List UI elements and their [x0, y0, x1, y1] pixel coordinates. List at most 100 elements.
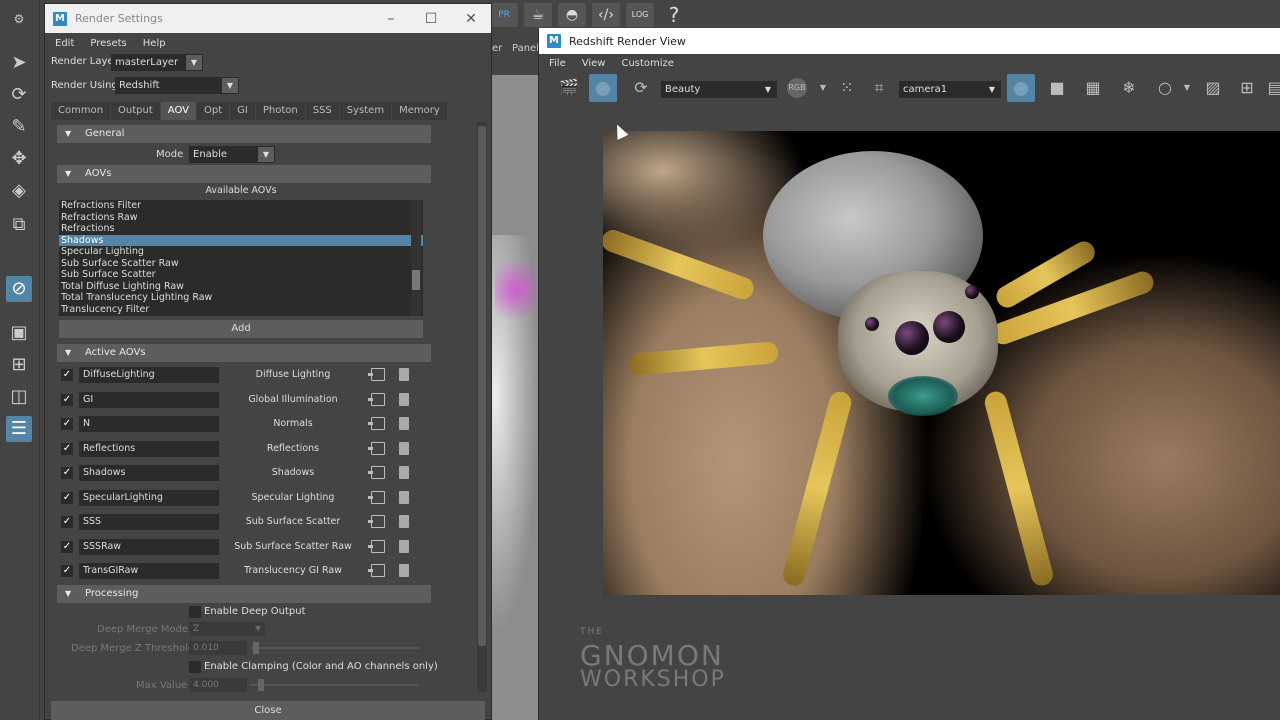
add-button[interactable]: Add	[59, 320, 423, 338]
trash-icon[interactable]	[399, 490, 409, 504]
tab-gi[interactable]: GI	[230, 102, 256, 120]
slider-handle[interactable]	[258, 679, 264, 691]
trash-icon[interactable]	[399, 417, 409, 430]
scale-tool-icon[interactable]: ⧉	[6, 212, 32, 238]
list-item[interactable]: Sub Surface Scatter Raw	[59, 258, 423, 270]
deep-merge-z-slider[interactable]	[251, 647, 419, 649]
aov-enabled-checkbox[interactable]: ✓	[61, 491, 73, 504]
lasso-tool-icon[interactable]: ⟳	[6, 82, 32, 108]
camera-icon[interactable]: ■	[1043, 74, 1071, 102]
max-value-field[interactable]: 4.000	[189, 678, 247, 692]
scrollbar-thumb[interactable]	[478, 126, 486, 646]
enable-clamping-checkbox[interactable]	[189, 661, 201, 673]
rgb-channel-icon[interactable]: RGB	[783, 74, 811, 102]
tab-photon[interactable]: Photon	[255, 102, 306, 120]
list-item[interactable]: Refractions Filter	[59, 200, 423, 212]
tab-sss[interactable]: SSS	[305, 102, 340, 120]
aov-settings-icon[interactable]	[368, 417, 385, 430]
aov-settings-icon[interactable]	[368, 539, 385, 553]
trash-icon[interactable]	[399, 441, 409, 455]
pr-shelf-icon[interactable]: PR	[490, 3, 518, 27]
maximize-icon[interactable]: ☐	[411, 11, 451, 27]
general-section-header[interactable]: General	[57, 125, 431, 143]
menu-customize[interactable]: Customize	[621, 58, 674, 69]
aov-enabled-checkbox[interactable]: ✓	[61, 442, 73, 455]
gear-icon[interactable]: ⚙	[6, 6, 32, 32]
trash-icon[interactable]	[399, 539, 409, 553]
camera-select[interactable]: camera1 ▼	[899, 81, 1001, 98]
aov-name-field[interactable]: TransGIRaw	[79, 563, 219, 579]
aov-settings-icon[interactable]	[368, 368, 385, 381]
aov-select[interactable]: Beauty ▼	[661, 81, 777, 98]
tab-system[interactable]: System	[339, 102, 393, 120]
aov-enabled-checkbox[interactable]: ✓	[61, 369, 73, 381]
paint-tool-icon[interactable]: ✎	[6, 114, 32, 140]
available-aovs-list[interactable]: Refractions Filter Refractions Raw Refra…	[59, 200, 423, 316]
aov-name-field[interactable]: SSS	[79, 514, 219, 530]
list-item[interactable]: Total Diffuse Lighting Raw	[59, 281, 423, 293]
close-icon[interactable]: ✕	[451, 11, 491, 27]
rotate-tool-icon[interactable]: ◈	[6, 178, 32, 204]
viewport-menu-renderer[interactable]: er	[492, 43, 502, 54]
select-tool-icon[interactable]: ➤	[6, 50, 32, 76]
teapot-shelf-icon[interactable]: ☕	[524, 3, 552, 27]
aov-enabled-checkbox[interactable]: ✓	[61, 565, 73, 577]
aov-settings-icon[interactable]	[368, 392, 385, 406]
aov-settings-icon[interactable]	[368, 564, 385, 577]
menu-help[interactable]: Help	[143, 38, 166, 49]
menu-presets[interactable]: Presets	[90, 38, 126, 49]
chevron-down-icon[interactable]: ▼	[1173, 74, 1201, 102]
aovs-section-header[interactable]: AOVs	[57, 165, 431, 183]
add-snapshot-icon[interactable]: ⊞	[1233, 74, 1261, 102]
aov-settings-icon[interactable]	[368, 441, 385, 455]
viewport-menu-panel[interactable]: Panel	[512, 43, 539, 54]
slider-handle[interactable]	[253, 642, 259, 654]
aov-settings-icon[interactable]	[368, 490, 385, 504]
aov-name-field[interactable]: N	[79, 416, 219, 432]
clapper-icon[interactable]: 🎬	[555, 74, 583, 102]
max-value-slider[interactable]	[251, 684, 419, 686]
refresh-icon[interactable]: ⟳	[627, 74, 655, 102]
trash-icon[interactable]	[399, 392, 409, 406]
script-shelf-icon[interactable]: ‹/›	[592, 3, 620, 27]
list-item-selected[interactable]: Shadows	[59, 234, 423, 246]
list-item[interactable]: Specular Lighting	[59, 246, 423, 258]
grid-icon[interactable]: ▦	[1079, 74, 1107, 102]
enable-deep-output-checkbox[interactable]	[189, 606, 201, 618]
list-item[interactable]: Refractions Raw	[59, 212, 423, 224]
outliner-view-icon[interactable]: ☰	[6, 416, 32, 442]
aov-name-field[interactable]: DiffuseLighting	[79, 367, 219, 383]
render-layer-select[interactable]: masterLayer ▼	[111, 54, 203, 71]
last-tool-icon[interactable]: ⊘	[6, 276, 32, 302]
aov-enabled-checkbox[interactable]: ✓	[61, 467, 73, 479]
list-item[interactable]: Total Translucency Lighting Raw	[59, 292, 423, 304]
aov-enabled-checkbox[interactable]: ✓	[61, 516, 73, 528]
render-using-select[interactable]: Redshift ▼	[115, 77, 239, 94]
aov-name-field[interactable]: Reflections	[79, 440, 219, 457]
deep-merge-z-field[interactable]: 0.010	[189, 641, 247, 655]
scrollbar-thumb[interactable]	[412, 270, 420, 290]
trash-icon[interactable]	[399, 466, 409, 479]
trash-icon[interactable]	[399, 515, 409, 528]
list-item[interactable]: Translucency Filter	[59, 304, 423, 316]
trash-icon[interactable]	[399, 368, 409, 381]
tab-opt[interactable]: Opt	[197, 102, 231, 120]
aov-name-field[interactable]: GI	[79, 391, 219, 408]
minimize-icon[interactable]: –	[371, 11, 411, 27]
active-aovs-section-header[interactable]: Active AOVs	[57, 344, 431, 362]
tab-memory[interactable]: Memory	[392, 102, 448, 120]
aov-settings-icon[interactable]	[368, 466, 385, 479]
aov-name-field[interactable]: Shadows	[79, 465, 219, 481]
bowl-shelf-icon[interactable]: ◓	[558, 3, 586, 27]
two-view-icon[interactable]: ◫	[6, 384, 32, 410]
snowflake-icon[interactable]: ❄	[1115, 74, 1143, 102]
render-region-icon[interactable]	[1007, 74, 1035, 102]
menu-file[interactable]: File	[549, 58, 566, 69]
help-shelf-icon[interactable]: ?	[660, 3, 688, 27]
trash-icon[interactable]	[399, 564, 409, 577]
render-start-icon[interactable]	[589, 74, 617, 102]
aov-settings-icon[interactable]	[368, 515, 385, 528]
log-shelf-icon[interactable]: LOG	[626, 3, 654, 27]
aov-name-field[interactable]: SSSRaw	[79, 538, 219, 555]
grid-dots-icon[interactable]: ⁙	[833, 74, 861, 102]
